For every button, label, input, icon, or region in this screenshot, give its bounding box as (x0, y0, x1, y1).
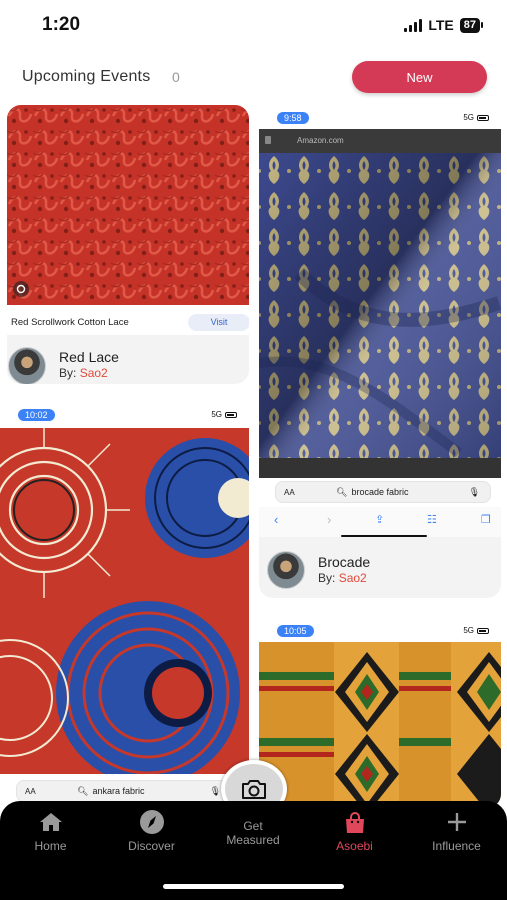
brocade-mini-time: 9:58 (277, 112, 309, 124)
kente-image[interactable] (259, 642, 501, 808)
battery-icon: 87 (459, 17, 483, 33)
status-bar: 1:20 LTE 87 (0, 0, 507, 52)
avatar[interactable] (267, 551, 305, 589)
mic-icon[interactable]: 🎙︎ (469, 487, 480, 498)
upcoming-events-title: Upcoming Events (22, 68, 151, 85)
search-icon: 🔍︎ (77, 785, 89, 796)
ankara-image[interactable] (0, 428, 249, 774)
brocade-site: Amazon.com (297, 136, 344, 145)
home-icon (39, 813, 62, 831)
brocade-url-bar[interactable]: AA 🔍︎ brocade fabric 🎙︎ (275, 481, 491, 503)
tab-influence[interactable]: Influence (406, 801, 507, 871)
brocade-name: Brocade (318, 554, 371, 570)
avatar[interactable] (8, 347, 46, 384)
status-time: 1:20 (42, 14, 81, 35)
red-lace-author: By: Sao2 (59, 366, 108, 380)
brocade-fabric-image (259, 153, 501, 478)
tab-home-label: Home (34, 839, 67, 853)
tabs-icon[interactable]: ❐ (481, 513, 491, 526)
mic-icon[interactable]: 🎙︎ (210, 786, 221, 797)
battery-icon (477, 627, 489, 634)
battery-icon (477, 114, 489, 121)
card-brocade[interactable]: 9:58 5G Amazon.com AA 🔍︎ brocade fabric … (259, 105, 501, 598)
ankara-mini-net: 5G (211, 410, 222, 419)
red-lace-image[interactable] (7, 105, 249, 305)
by-label: By: (59, 366, 77, 380)
status-indicators: LTE 87 (404, 17, 483, 33)
author-link[interactable]: Sao2 (339, 571, 367, 585)
tab-get-measured[interactable]: Get Measured (203, 801, 304, 871)
back-icon[interactable]: ‹ (274, 512, 278, 527)
kente-mini-time: 10:05 (277, 625, 314, 637)
brocade-mini-net: 5G (463, 113, 474, 122)
ankara-url-query: ankara fabric (92, 786, 145, 796)
lock-icon (265, 136, 271, 144)
tab-discover-label: Discover (128, 839, 175, 853)
tab-discover[interactable]: Discover (101, 801, 202, 871)
brocade-site-bar: Amazon.com (259, 129, 501, 153)
kente-mini-status: 10:05 5G (259, 622, 501, 640)
brocade-url-query: brocade fabric (351, 487, 409, 497)
upcoming-events-count: 0 (172, 69, 180, 85)
battery-level: 87 (459, 17, 480, 33)
kente-mini-net: 5G (463, 626, 474, 635)
red-lace-fabric-image (7, 105, 249, 305)
shopping-bag-icon (345, 812, 364, 833)
brocade-mini-status: 9:58 5G (259, 109, 501, 127)
red-lace-name: Red Lace (59, 349, 119, 365)
card-kente[interactable]: 10:05 5G (259, 618, 501, 808)
brocade-author: By: Sao2 (318, 571, 367, 585)
ankara-url-bar[interactable]: AA 🔍︎ ankara fabric 🎙︎ (16, 780, 232, 802)
plus-icon (447, 813, 466, 831)
compass-icon (139, 810, 164, 834)
tab-influence-label: Influence (432, 839, 481, 853)
brocade-image[interactable] (259, 153, 501, 478)
brocade-footer: Brocade By: Sao2 (259, 537, 501, 598)
browser-toolbar: ‹ › ⇪ ☷ ❐ (259, 507, 501, 537)
signal-icon (404, 18, 423, 32)
tab-asoebi[interactable]: Asoebi (304, 801, 405, 871)
kente-fabric-image (259, 642, 501, 808)
tab-asoebi-label: Asoebi (336, 839, 373, 853)
card-ankara[interactable]: 10:02 5G AA 🔍︎ ankara fabric 🎙︎ (0, 404, 249, 804)
text-size-button[interactable]: AA (284, 488, 295, 497)
text-size-button[interactable]: AA (25, 787, 36, 796)
card-red-lace[interactable]: Red Scrollwork Cotton Lace Visit Red Lac… (7, 105, 249, 384)
visit-button[interactable]: Visit (188, 314, 249, 331)
ankara-fabric-image (0, 428, 249, 774)
search-icon: 🔍︎ (336, 486, 348, 497)
battery-icon (225, 411, 237, 418)
red-lace-caption: Red Scrollwork Cotton Lace (11, 317, 129, 328)
bookmarks-icon[interactable]: ☷ (427, 513, 437, 526)
ankara-mini-status: 10:02 5G (0, 406, 249, 424)
red-lace-footer: Red Lace By: Sao2 (7, 335, 249, 384)
tab-home[interactable]: Home (0, 801, 101, 871)
network-label: LTE (428, 17, 454, 33)
new-event-button[interactable]: New (352, 61, 487, 93)
by-label: By: (318, 571, 336, 585)
author-link[interactable]: Sao2 (80, 366, 108, 380)
camera-icon (242, 780, 266, 799)
tab-get-measured-label: Get Measured (226, 819, 280, 847)
red-lace-caption-bar: Red Scrollwork Cotton Lace Visit (7, 305, 249, 335)
home-indicator (163, 884, 344, 889)
ankara-mini-time: 10:02 (18, 409, 55, 421)
forward-icon[interactable]: › (327, 512, 331, 527)
share-icon[interactable]: ⇪ (375, 513, 384, 526)
